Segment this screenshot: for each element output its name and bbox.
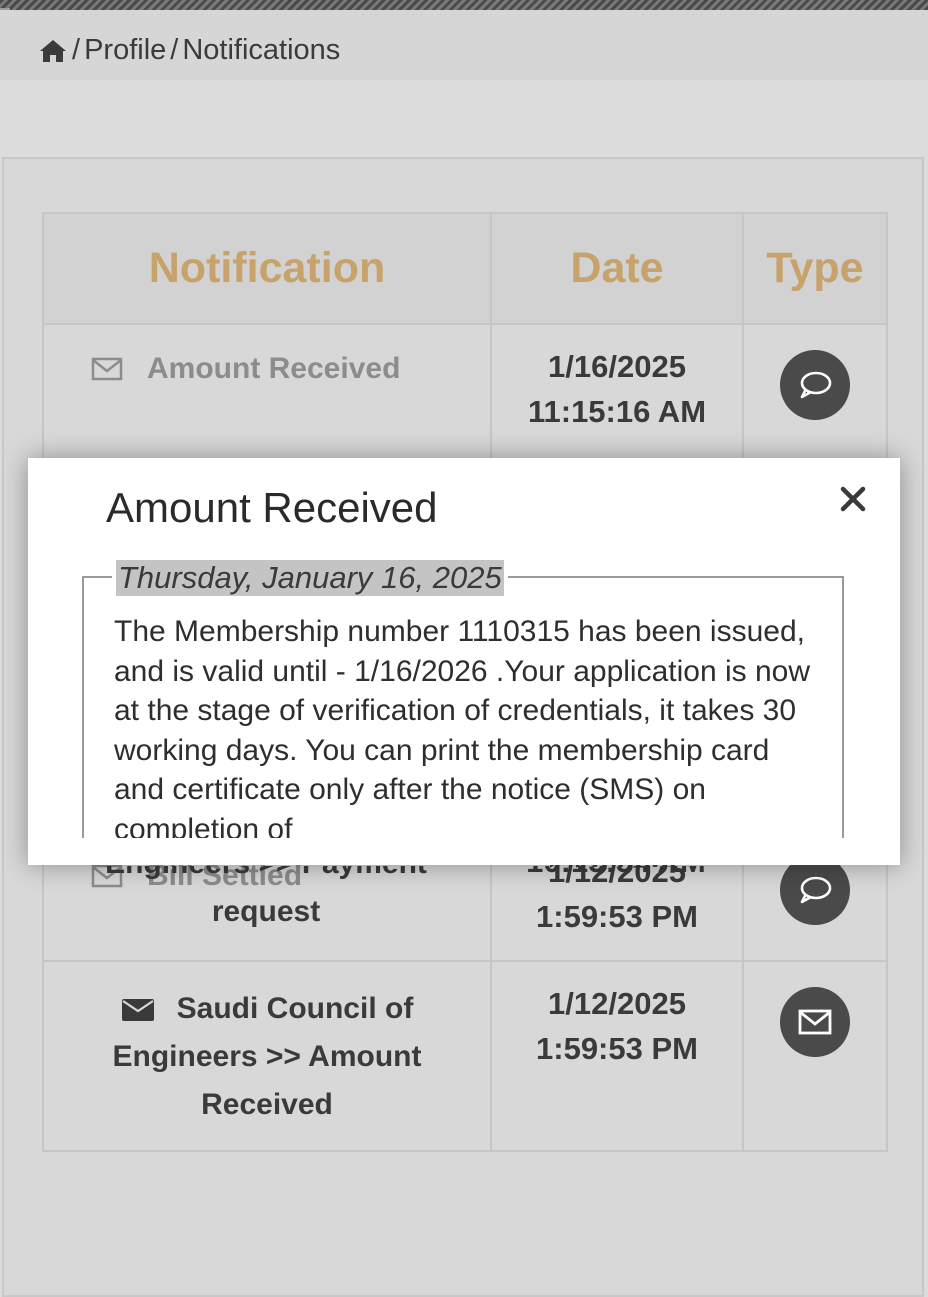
- notification-title-line[interactable]: Received: [201, 1088, 333, 1121]
- breadcrumb-separator: /: [170, 34, 179, 66]
- breadcrumb-notifications: Notifications: [182, 34, 341, 66]
- envelope-icon: [798, 1009, 832, 1035]
- envelope-outline-icon: [91, 357, 123, 381]
- table-header-row: Notification Date Type: [42, 212, 888, 325]
- notification-time-fragment: 10:15:54 AM: [492, 866, 740, 880]
- speech-bubble-icon: [778, 866, 848, 876]
- notification-time: 1:59:53 PM: [536, 899, 698, 934]
- header-notification: Notification: [42, 212, 492, 325]
- hidden-date-fragment: 10:15:54 AM: [492, 866, 740, 886]
- notification-date: 1/16/2025: [548, 349, 686, 384]
- hidden-type-fragment: [778, 866, 850, 876]
- notification-time: 11:15:16 AM: [527, 394, 707, 429]
- breadcrumb-bar: / Profile / Notifications: [0, 10, 928, 80]
- message-date: Thursday, January 16, 2025: [116, 560, 504, 596]
- speech-bubble-icon: [800, 876, 832, 904]
- header-date: Date: [490, 212, 744, 325]
- notification-title-fragment[interactable]: Engineers >> Payment: [105, 866, 427, 880]
- notification-title-line[interactable]: Saudi Council of: [177, 992, 414, 1025]
- home-icon[interactable]: [38, 38, 68, 64]
- type-badge[interactable]: [780, 350, 850, 420]
- date-cell: 1/12/2025 1:59:53 PM: [490, 960, 744, 1152]
- modal-title: Amount Received: [106, 484, 438, 531]
- speech-bubble-icon: [800, 371, 832, 399]
- envelope-solid-icon: [121, 999, 154, 1022]
- type-badge[interactable]: [780, 987, 850, 1057]
- status-strip: [0, 0, 928, 10]
- notification-date: 1/12/2025: [548, 986, 686, 1021]
- breadcrumb-separator: /: [72, 34, 81, 66]
- notification-title-line[interactable]: Engineers >> Amount: [113, 1040, 422, 1073]
- notification-modal: Amount Received The Membership number 11…: [28, 458, 900, 865]
- notification-title[interactable]: Amount Received: [147, 352, 400, 386]
- table-row[interactable]: Saudi Council of Engineers >> Amount Rec…: [42, 960, 888, 1152]
- notification-time: 1:59:53 PM: [536, 1031, 698, 1066]
- notification-title-line[interactable]: request: [212, 895, 320, 928]
- message-body: The Membership number 1110315 has been i…: [114, 615, 811, 838]
- notification-cell[interactable]: Saudi Council of Engineers >> Amount Rec…: [42, 960, 492, 1152]
- header-type: Type: [742, 212, 888, 325]
- breadcrumb: / Profile / Notifications: [38, 34, 344, 67]
- close-icon[interactable]: [836, 482, 870, 516]
- message-fieldset: The Membership number 1110315 has been i…: [82, 576, 844, 838]
- hidden-row-fragment: Engineers >> Payment request: [44, 866, 488, 962]
- breadcrumb-profile[interactable]: Profile: [84, 34, 166, 67]
- type-cell: [742, 960, 888, 1152]
